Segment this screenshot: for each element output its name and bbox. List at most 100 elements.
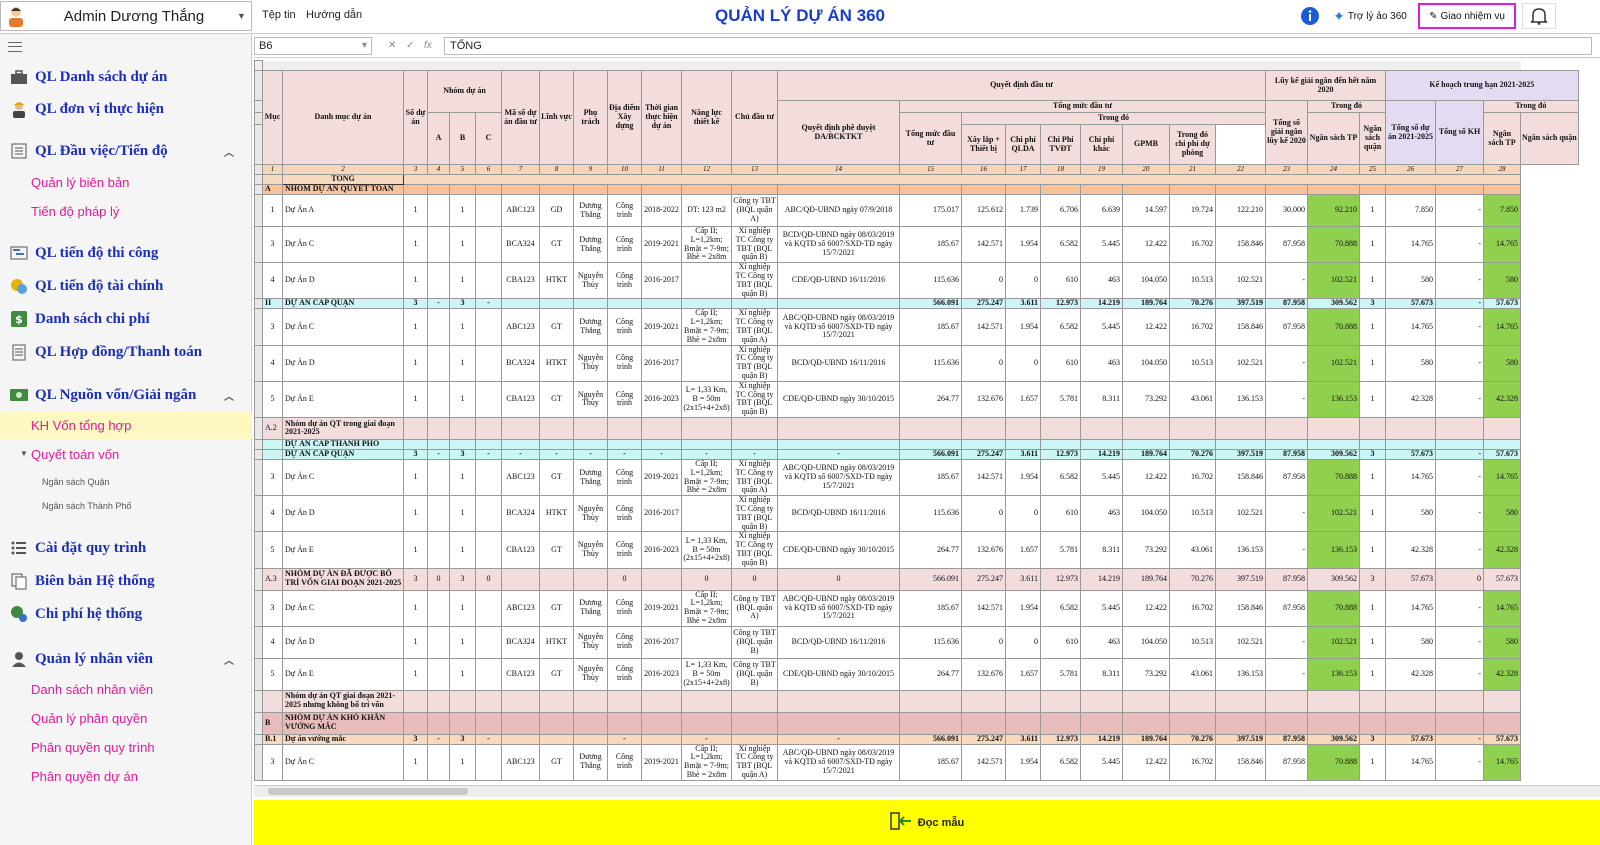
table-cell[interactable] [501,567,540,591]
table-cell[interactable] [641,184,682,195]
table-cell[interactable] [641,416,682,440]
table-cell[interactable] [475,495,502,533]
table-row[interactable]: 4 Dự Án D 1 1 BCA324 HTKT Nguyễn Thùy Công trìn… [254,495,1579,533]
table-cell[interactable]: 0 [731,567,778,591]
table-cell[interactable] [1040,438,1081,450]
table-cell[interactable]: 1 [403,380,428,418]
table-cell[interactable] [427,344,450,382]
table-cell[interactable]: 0 [607,567,642,591]
table-cell[interactable]: II [262,298,283,310]
table-cell[interactable] [1385,416,1436,440]
table-cell[interactable] [539,689,574,713]
sidebar-item-finance-progress[interactable]: QL tiến độ tài chính [0,277,252,295]
table-cell[interactable] [1359,689,1386,713]
table-cell[interactable] [731,298,778,310]
table-cell[interactable]: - [1265,495,1308,533]
table-cell[interactable]: 16.702 [1169,458,1216,497]
table-cell[interactable]: 136.153 [1215,531,1266,569]
table-cell[interactable]: Xí nghiệp TC Công ty TBT (BQL quận B) [731,531,778,569]
sidebar-item-workflow[interactable]: Cài đặt quy trình [0,539,252,557]
table-cell[interactable]: 189.764 [1122,298,1170,310]
table-row[interactable]: 3 Dự Án C 1 1 ABC123 GT Dương Thắng Công trình 2… [254,743,1579,781]
table-cell[interactable] [427,194,450,227]
table-cell[interactable] [1215,184,1266,195]
table-cell[interactable] [899,711,962,735]
table-cell[interactable]: DT: 123 m2 [681,194,732,227]
table-cell[interactable]: 2016-2017 [641,625,682,659]
table-cell[interactable]: 1 [403,657,428,691]
table-cell[interactable] [427,225,450,264]
table-cell[interactable]: 5.445 [1080,743,1123,781]
table-cell[interactable]: Dự Án D [282,262,404,300]
table-cell[interactable]: 1 [449,194,476,227]
table-cell[interactable] [731,711,778,735]
table-cell[interactable]: 3 [262,225,283,264]
table-cell[interactable]: 3 [1359,448,1386,460]
table-cell[interactable]: BCD/QĐ-UBND 16/11/2016 [777,495,900,533]
table-cell[interactable]: 6.582 [1040,225,1081,264]
table-cell[interactable] [1169,416,1216,440]
table-cell[interactable]: 12.973 [1040,448,1081,460]
table-cell[interactable]: Công trình [607,380,642,418]
table-cell[interactable]: Nguyễn Thùy [573,262,608,300]
table-cell[interactable] [1435,711,1484,735]
table-cell[interactable] [681,262,732,300]
table-cell[interactable] [1483,711,1521,735]
table-cell[interactable] [1080,184,1123,195]
table-cell[interactable]: 1 [403,194,428,227]
table-cell[interactable] [475,194,502,227]
table-cell[interactable]: ABC123 [501,743,540,781]
table-cell[interactable]: - [427,298,450,310]
table-cell[interactable] [681,344,732,382]
table-cell[interactable]: - [475,298,502,310]
table-cell[interactable]: DỰ ÁN CẤP QUẬN [282,298,404,310]
table-cell[interactable]: 14.219 [1080,298,1123,310]
table-cell[interactable] [1215,438,1266,450]
table-cell[interactable]: Công trình [607,743,642,781]
table-cell[interactable]: 185.67 [899,225,962,264]
table-cell[interactable]: 1 [1359,589,1386,627]
sidebar-sub-settlement[interactable]: Quyết toán vốn [31,447,119,462]
table-cell[interactable]: 1.954 [1005,225,1041,264]
table-cell[interactable]: 189.764 [1122,733,1170,745]
table-cell[interactable]: 4 [262,625,283,659]
table-row[interactable]: A NHÓM DỰ ÁN QUYẾT TOÁN [254,184,1579,195]
table-cell[interactable] [1265,689,1308,713]
table-cell[interactable] [641,689,682,713]
table-cell[interactable]: 5 [262,657,283,691]
user-selector[interactable]: Admin Dương Thắng ▼ [0,1,252,31]
table-cell[interactable] [1040,711,1081,735]
table-cell[interactable]: 12.422 [1122,743,1170,781]
table-cell[interactable]: 3 [449,448,476,460]
table-cell[interactable]: 185.67 [899,589,962,627]
table-cell[interactable]: - [1435,458,1484,497]
read-template-button[interactable]: Đọc mẫu [254,800,1600,845]
menu-file[interactable]: Tệp tin [262,9,296,21]
table-cell[interactable] [1005,689,1041,713]
table-cell[interactable]: 42.328 [1385,531,1436,569]
table-cell[interactable] [1483,184,1521,195]
table-cell[interactable] [427,262,450,300]
table-cell[interactable] [501,184,540,195]
table-cell[interactable]: 136.153 [1307,657,1360,691]
table-cell[interactable]: 14.765 [1483,308,1521,346]
table-cell[interactable] [1385,689,1436,713]
table-cell[interactable]: 1 [449,458,476,497]
table-cell[interactable]: 5.445 [1080,225,1123,264]
table-cell[interactable]: - [1265,262,1308,300]
table-cell[interactable]: A [262,184,283,195]
table-cell[interactable] [1122,184,1170,195]
table-cell[interactable]: Dự Án C [282,225,404,264]
table-cell[interactable]: 87.958 [1265,733,1308,745]
table-cell[interactable] [777,416,900,440]
sidebar-sub-permissions[interactable]: Quản lý phân quyền [31,711,147,726]
table-cell[interactable]: ABC/QĐ-UBND ngày 08/03/2019 và KQTĐ số 6… [777,308,900,346]
table-cell[interactable] [1215,416,1266,440]
table-cell[interactable]: 5 [262,531,283,569]
table-cell[interactable]: 2019-2021 [641,225,682,264]
table-cell[interactable] [1169,438,1216,450]
table-cell[interactable]: BCA324 [501,495,540,533]
table-cell[interactable] [475,380,502,418]
sidebar-sub-city-budget[interactable]: Ngân sách Thành Phố [42,501,131,511]
table-cell[interactable]: 0 [1005,262,1041,300]
